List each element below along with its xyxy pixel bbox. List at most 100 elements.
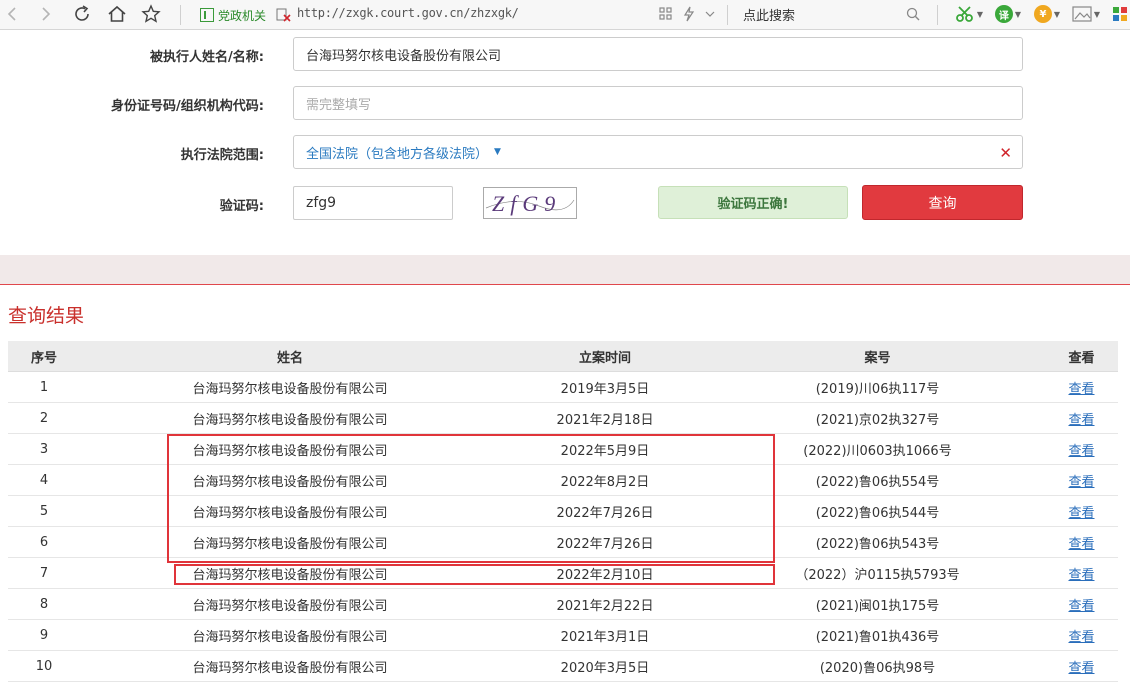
row-date-cell: 2019年3月5日 — [500, 378, 710, 397]
row-view-link[interactable]: 查看 — [1068, 506, 1094, 521]
back-icon[interactable] — [2, 3, 22, 25]
row-no-cell: 9 — [8, 628, 80, 643]
screenshot-scissors-icon[interactable]: ▼ — [952, 3, 986, 25]
row-view-link-cell: 查看 — [1045, 626, 1118, 645]
header-case: 案号 — [864, 350, 891, 366]
lightning-icon[interactable] — [680, 3, 698, 25]
row-name: 台海玛努尔核电设备股份有限公司 — [192, 381, 388, 397]
row-date-cell: 2021年3月1日 — [500, 626, 710, 645]
court-label: 执行法院范围: — [180, 148, 264, 163]
search-icon[interactable] — [904, 3, 922, 25]
row-no: 7 — [39, 565, 49, 581]
row-no-cell: 6 — [8, 535, 80, 550]
highlight-box-row-7 — [174, 564, 775, 585]
name-input[interactable]: 台海玛努尔核电设备股份有限公司 — [293, 37, 1023, 71]
header-name: 姓名 — [276, 350, 303, 366]
captcha-status: 验证码正确! — [658, 186, 848, 219]
table-row: 10 台海玛努尔核电设备股份有限公司 2020年3月5日 (2020)鲁06执98号 查… — [8, 651, 1118, 682]
row-case-number-cell: (2020)鲁06执98号 — [710, 657, 1045, 676]
table-row: 9 台海玛努尔核电设备股份有限公司 2021年3月1日 (2021)鲁01执436号 查… — [8, 620, 1118, 651]
insecure-connection-icon[interactable] — [274, 3, 292, 25]
row-no: 5 — [39, 503, 49, 519]
address-dropdown-icon[interactable] — [703, 3, 717, 25]
home-icon[interactable] — [106, 3, 128, 25]
row-case-number: (2019)川06执117号 — [815, 381, 940, 397]
row-case-number-cell: (2019)川06执117号 — [710, 378, 1045, 397]
row-name: 台海玛努尔核电设备股份有限公司 — [192, 412, 388, 428]
row-name-cell: 台海玛努尔核电设备股份有限公司 — [80, 595, 500, 614]
row-no-cell: 4 — [8, 473, 80, 488]
row-no: 2 — [39, 410, 49, 426]
row-name: 台海玛努尔核电设备股份有限公司 — [192, 660, 388, 676]
row-no: 9 — [39, 627, 49, 643]
row-case-number: (2022)鲁06执554号 — [815, 474, 940, 490]
menu-grid-icon[interactable] — [1110, 3, 1130, 25]
row-view-link[interactable]: 查看 — [1068, 413, 1094, 428]
row-view-link[interactable]: 查看 — [1068, 382, 1094, 397]
row-no: 10 — [35, 658, 53, 674]
row-name: 台海玛努尔核电设备股份有限公司 — [192, 598, 388, 614]
header-date: 立案时间 — [578, 350, 631, 366]
row-name-cell: 台海玛努尔核电设备股份有限公司 — [80, 657, 500, 676]
wallet-coin-icon[interactable]: ¥ ▼ — [1030, 3, 1064, 25]
row-date: 2021年2月18日 — [556, 412, 654, 428]
row-date-cell: 2021年2月18日 — [500, 409, 710, 428]
gov-site-icon — [200, 8, 214, 22]
id-input[interactable]: 需完整填写 — [293, 86, 1023, 120]
row-view-link-cell: 查看 — [1045, 502, 1118, 521]
apps-grid-icon[interactable] — [657, 3, 675, 25]
name-label: 被执行人姓名/名称: — [150, 50, 264, 65]
row-view-link-cell: 查看 — [1045, 409, 1118, 428]
row-view-link-cell: 查看 — [1045, 564, 1118, 583]
row-case-number: (2021)鲁01执436号 — [815, 629, 940, 645]
row-view-link-cell: 查看 — [1045, 657, 1118, 676]
row-no: 1 — [39, 379, 49, 395]
row-case-number: (2021)京02执327号 — [815, 412, 940, 428]
clear-icon[interactable]: ✕ — [999, 144, 1012, 162]
row-name-cell: 台海玛努尔核电设备股份有限公司 — [80, 409, 500, 428]
row-case-number-cell: (2021)京02执327号 — [710, 409, 1045, 428]
row-case-number: （2022）沪0115执5793号 — [795, 567, 960, 583]
row-date-cell: 2020年3月5日 — [500, 657, 710, 676]
browser-search-input[interactable]: 点此搜索 — [743, 5, 795, 24]
query-button[interactable]: 查询 — [862, 185, 1023, 220]
row-case-number: (2022)川0603执1066号 — [803, 443, 952, 459]
row-view-link[interactable]: 查看 — [1068, 475, 1094, 490]
row-no-cell: 1 — [8, 380, 80, 395]
header-no: 序号 — [30, 350, 57, 366]
row-view-link[interactable]: 查看 — [1068, 444, 1094, 459]
table-header: 序号 姓名 立案时间 案号 查看 — [8, 341, 1118, 372]
row-name-cell: 台海玛努尔核电设备股份有限公司 — [80, 626, 500, 645]
image-tool-icon[interactable]: ▼ — [1069, 3, 1103, 25]
row-view-link[interactable]: 查看 — [1068, 537, 1094, 552]
row-view-link[interactable]: 查看 — [1068, 630, 1094, 645]
court-select[interactable]: 全国法院（包含地方各级法院） ▼ ✕ — [293, 135, 1023, 169]
row-date-cell: 2021年2月22日 — [500, 595, 710, 614]
highlight-box-rows-3-6 — [167, 434, 775, 563]
translate-icon[interactable]: 译 ▼ — [991, 3, 1025, 25]
row-no: 4 — [39, 472, 49, 488]
row-case-number-cell: (2021)闽01执175号 — [710, 595, 1045, 614]
row-view-link[interactable]: 查看 — [1068, 599, 1094, 614]
captcha-input[interactable]: zfg9 — [293, 186, 453, 220]
address-bar[interactable]: http://zxgk.court.gov.cn/zhzxgk/ — [297, 6, 519, 20]
row-name: 台海玛努尔核电设备股份有限公司 — [192, 629, 388, 645]
row-view-link-cell: 查看 — [1045, 595, 1118, 614]
row-date: 2021年3月1日 — [560, 629, 650, 645]
section-divider — [0, 255, 1130, 285]
results-title: 查询结果 — [8, 305, 85, 327]
captcha-image[interactable]: ZfG9 — [483, 187, 577, 219]
row-no-cell: 10 — [8, 659, 80, 674]
reload-icon[interactable] — [71, 3, 93, 25]
row-case-number: (2020)鲁06执98号 — [819, 660, 936, 676]
site-verified-badge[interactable]: 党政机关 — [200, 5, 266, 25]
header-view: 查看 — [1068, 350, 1095, 366]
row-view-link[interactable]: 查看 — [1068, 661, 1094, 676]
star-icon[interactable] — [140, 3, 162, 25]
row-name-cell: 台海玛努尔核电设备股份有限公司 — [80, 378, 500, 397]
row-case-number: (2022)鲁06执544号 — [815, 505, 940, 521]
row-date: 2020年3月5日 — [560, 660, 650, 676]
forward-icon[interactable] — [36, 3, 56, 25]
row-view-link[interactable]: 查看 — [1068, 568, 1094, 583]
table-row: 2 台海玛努尔核电设备股份有限公司 2021年2月18日 (2021)京02执327号… — [8, 403, 1118, 434]
